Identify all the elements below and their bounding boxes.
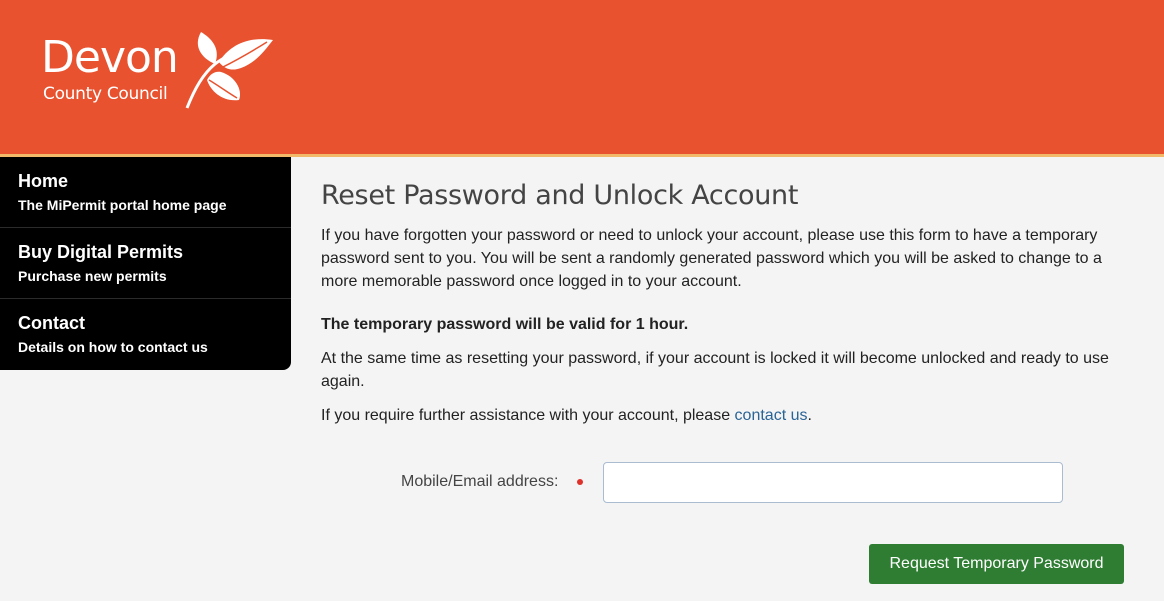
logo-wordmark-council: County Council <box>43 84 168 104</box>
main-content: Reset Password and Unlock Account If you… <box>321 178 1136 427</box>
sidebar-item-subtitle: Details on how to contact us <box>18 339 208 355</box>
assistance-text: If you require further assistance with y… <box>321 404 1136 427</box>
sidebar-item-buy-digital-permits[interactable]: Buy Digital Permits Purchase new permits <box>0 228 291 299</box>
sidebar-nav: Home The MiPermit portal home page Buy D… <box>0 157 291 370</box>
sidebar-item-home[interactable]: Home The MiPermit portal home page <box>0 157 291 228</box>
sidebar-item-title: Home <box>18 171 69 191</box>
logo-wordmark-devon: Devon <box>41 32 179 83</box>
mobile-email-input[interactable] <box>603 462 1063 503</box>
unlock-note: At the same time as resetting your passw… <box>321 350 1109 390</box>
validity-note: The temporary password will be valid for… <box>321 316 689 333</box>
request-temporary-password-button[interactable]: Request Temporary Password <box>869 544 1124 584</box>
sidebar-item-subtitle: Purchase new permits <box>18 268 167 284</box>
site-header: Devon County Council <box>0 0 1164 154</box>
contact-us-link[interactable]: contact us <box>735 407 808 424</box>
sidebar-item-contact[interactable]: Contact Details on how to contact us <box>0 299 291 370</box>
council-logo[interactable]: Devon County Council <box>41 28 281 118</box>
mobile-email-label: Mobile/Email address: <box>401 473 559 490</box>
leaf-icon <box>185 32 273 109</box>
sidebar-item-subtitle: The MiPermit portal home page <box>18 197 227 213</box>
intro-text: If you have forgotten your password or n… <box>321 227 1102 290</box>
required-indicator <box>577 479 583 485</box>
assistance-prefix: If you require further assistance with y… <box>321 407 735 424</box>
sidebar-item-title: Buy Digital Permits <box>18 242 184 262</box>
assistance-suffix: . <box>807 407 812 424</box>
sidebar-item-title: Contact <box>18 313 85 333</box>
page-title: Reset Password and Unlock Account <box>321 180 799 211</box>
